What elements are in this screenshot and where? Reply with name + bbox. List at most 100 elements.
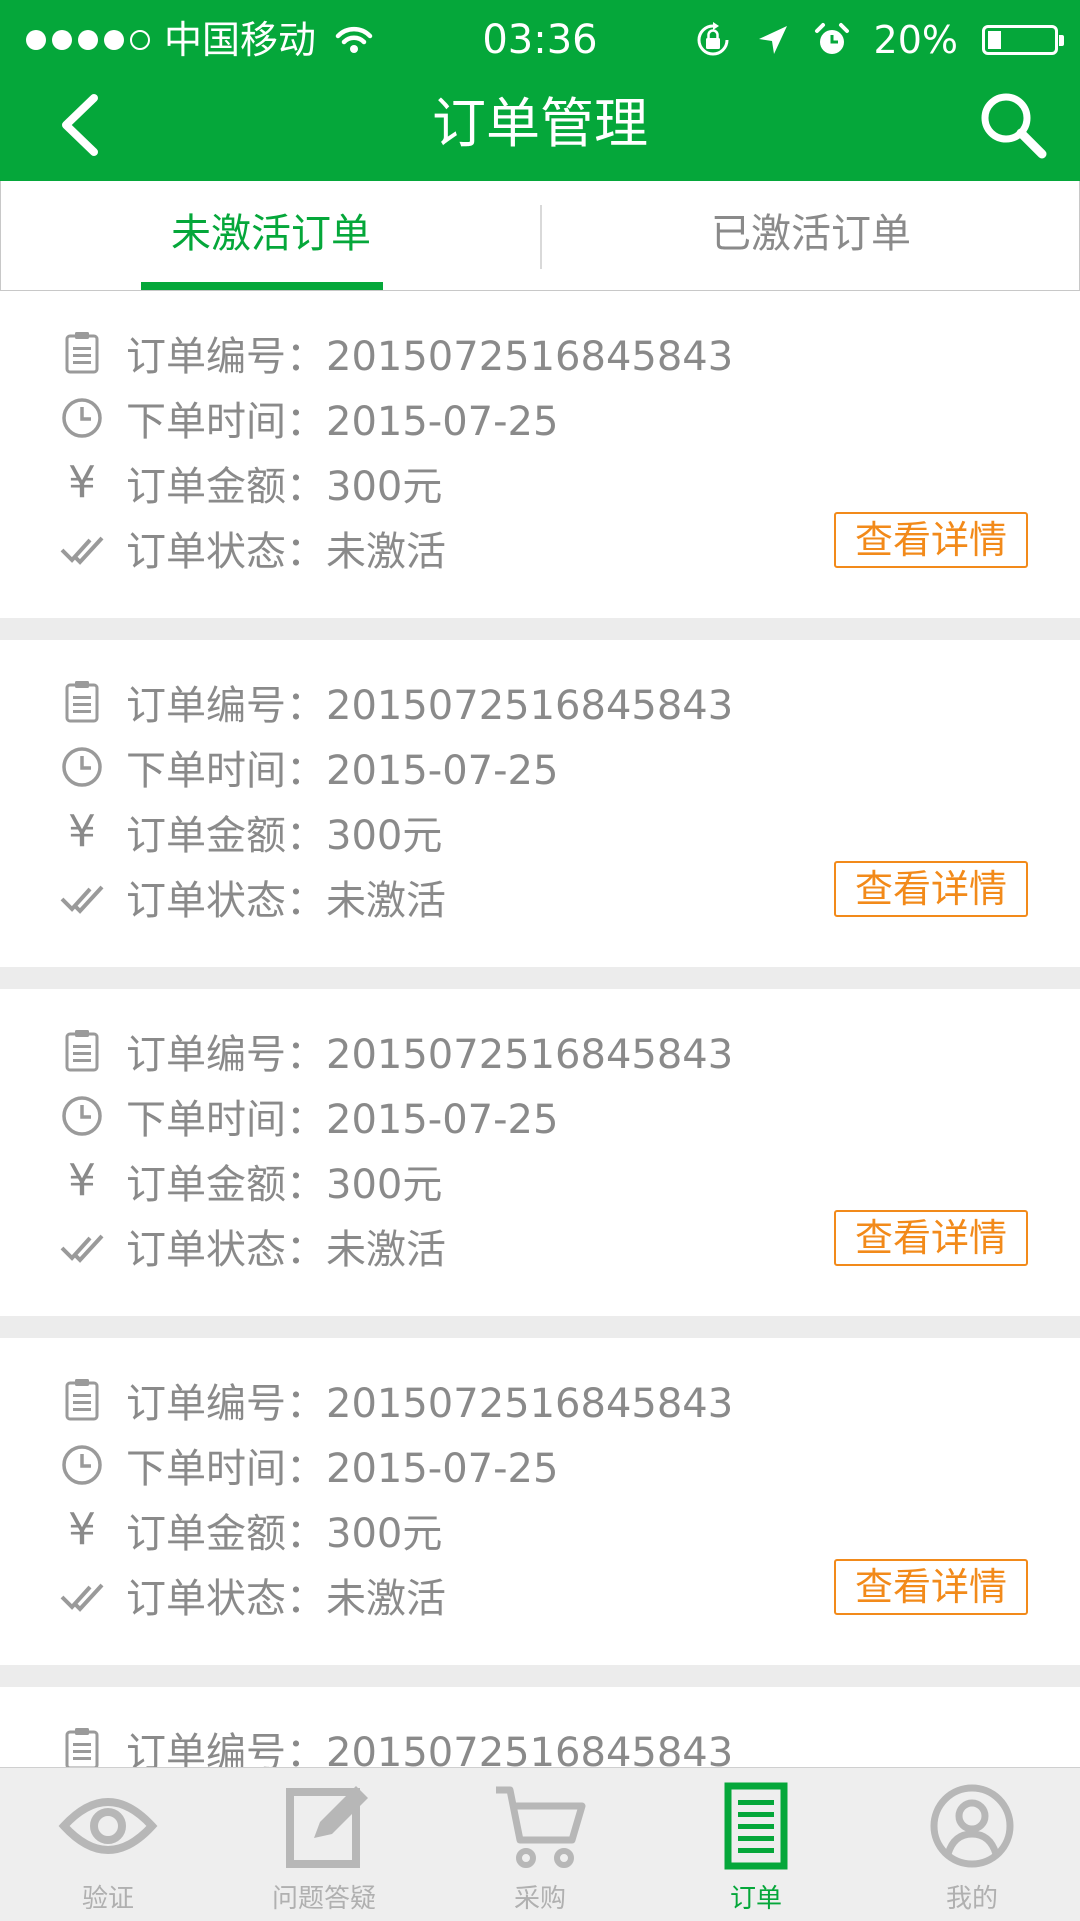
- double-check-icon: [60, 875, 104, 919]
- double-check-icon: [60, 536, 104, 565]
- battery-level: [988, 31, 1001, 49]
- double-check-icon: [60, 1234, 104, 1263]
- order-number: 订单编号：2015072516845843: [126, 1730, 734, 1767]
- order-card: 订单编号：2015072516845843下单时间：2015-07-25¥订单金…: [0, 1687, 1080, 1767]
- tab-inactive-orders[interactable]: 未激活订单: [1, 181, 541, 290]
- clipboard-icon: [65, 332, 99, 374]
- clock-icon: [62, 747, 102, 787]
- order-status: 订单状态：未激活: [126, 1576, 446, 1622]
- order-amount-row: ¥ 订单金额：300元: [60, 1149, 442, 1213]
- view-details-button[interactable]: 查看详情: [834, 1210, 1028, 1266]
- eye-icon: [58, 1798, 158, 1854]
- app-header: 中国移动 03:36 20% 订单管理: [0, 0, 1080, 181]
- clock-icon: [62, 1096, 102, 1136]
- order-amount: 订单金额：300元: [126, 813, 443, 859]
- yen-symbol: ¥: [68, 1155, 96, 1206]
- search-icon[interactable]: [976, 88, 1050, 162]
- double-check-icon: [60, 1583, 104, 1612]
- order-status-row: 订单状态：未激活: [60, 516, 446, 580]
- clipboard-icon: [65, 1379, 99, 1421]
- order-card: 订单编号：2015072516845843 下单时间：2015-07-25 ¥ 订单金…: [0, 1338, 1080, 1665]
- clipboard-icon: [65, 1728, 99, 1767]
- status-indicators: 20%: [694, 0, 1064, 80]
- location-arrow-icon: [758, 26, 787, 54]
- clipboard-icon: [60, 1029, 104, 1073]
- tabbar-label: 问题答疑: [271, 1884, 376, 1914]
- order-time-row: 下单时间：2015-07-25: [60, 1084, 558, 1148]
- clipboard-icon: [60, 1378, 104, 1422]
- order-time: 下单时间：2015-07-25: [126, 1097, 559, 1143]
- order-number: 订单编号：2015072516845843: [126, 1032, 734, 1078]
- user-icon: [930, 1784, 1014, 1868]
- page-title: 订单管理: [432, 92, 648, 155]
- tabbar-label: 验证: [81, 1884, 134, 1914]
- clock-icon: [60, 1443, 104, 1487]
- clipboard-icon: [60, 680, 104, 724]
- yen-icon: ¥: [60, 810, 104, 854]
- tabbar-label: 我的: [945, 1884, 998, 1914]
- double-check-icon: [60, 1224, 104, 1268]
- yen-icon: ¥: [60, 1159, 104, 1203]
- order-time-row: 下单时间：2015-07-25: [60, 1433, 558, 1497]
- double-check-icon: [60, 526, 104, 570]
- double-check-icon: [60, 885, 104, 914]
- yen-icon: ¥: [60, 1508, 104, 1552]
- tabbar-item-purchase[interactable]: 采购: [432, 1768, 648, 1921]
- clock-icon: [60, 1094, 104, 1138]
- order-number: 订单编号：2015072516845843: [126, 1381, 734, 1427]
- view-details-button[interactable]: 查看详情: [834, 512, 1028, 568]
- order-number: 订单编号：2015072516845843: [126, 334, 734, 380]
- rotation-lock-icon: [697, 22, 729, 56]
- order-number-row: 订单编号：2015072516845843: [60, 321, 733, 385]
- order-time: 下单时间：2015-07-25: [126, 1446, 559, 1492]
- order-amount: 订单金额：300元: [126, 464, 443, 510]
- tabbar-item-orders[interactable]: 订单: [648, 1768, 864, 1921]
- tabbar-item-mine[interactable]: 我的: [864, 1768, 1080, 1921]
- clock-icon: [60, 396, 104, 440]
- clock-icon: [62, 398, 102, 438]
- tabbar-label: 采购: [513, 1884, 566, 1914]
- order-number: 订单编号：2015072516845843: [126, 683, 734, 729]
- active-tab-indicator: [141, 282, 383, 290]
- order-status-row: 订单状态：未激活: [60, 1214, 446, 1278]
- yen-symbol: ¥: [68, 806, 96, 857]
- order-tabs: 未激活订单 已激活订单: [0, 181, 1080, 291]
- battery-percent: 20%: [873, 18, 958, 62]
- battery-icon: [982, 25, 1064, 55]
- cart-icon: [496, 1786, 586, 1868]
- order-amount-row: ¥ 订单金额：300元: [60, 800, 442, 864]
- order-amount: 订单金额：300元: [126, 1162, 443, 1208]
- document-icon: [724, 1782, 788, 1870]
- order-time-row: 下单时间：2015-07-25: [60, 735, 558, 799]
- order-status: 订单状态：未激活: [126, 878, 446, 924]
- order-status-row: 订单状态：未激活: [60, 1563, 446, 1627]
- order-card: 订单编号：2015072516845843 下单时间：2015-07-25 ¥ 订单金…: [0, 291, 1080, 618]
- nav-bar: 订单管理: [0, 80, 1080, 181]
- yen-icon: ¥: [60, 461, 104, 505]
- yen-symbol: ¥: [68, 457, 96, 508]
- order-card: 订单编号：2015072516845843 下单时间：2015-07-25 ¥ 订单金…: [0, 989, 1080, 1316]
- order-number-row: 订单编号：2015072516845843: [60, 1019, 733, 1083]
- clipboard-icon: [65, 681, 99, 723]
- order-number-row: 订单编号：2015072516845843: [60, 1368, 733, 1432]
- order-amount: 订单金额：300元: [126, 1511, 443, 1557]
- clipboard-icon: [65, 1030, 99, 1072]
- tab-activated-orders[interactable]: 已激活订单: [541, 181, 1080, 290]
- tabbar-item-verify[interactable]: 验证: [0, 1768, 216, 1921]
- alarm-icon: [814, 23, 849, 54]
- clipboard-icon: [60, 1727, 104, 1767]
- clipboard-icon: [60, 331, 104, 375]
- order-number-row: 订单编号：2015072516845843: [60, 670, 733, 734]
- order-amount-row: ¥ 订单金额：300元: [60, 451, 442, 515]
- order-time: 下单时间：2015-07-25: [126, 399, 559, 445]
- order-list[interactable]: 订单编号：2015072516845843 下单时间：2015-07-25 ¥ 订单金…: [0, 291, 1080, 1767]
- order-status-row: 订单状态：未激活: [60, 865, 446, 929]
- view-details-button[interactable]: 查看详情: [834, 1559, 1028, 1615]
- tabbar-item-qa[interactable]: 问题答疑: [216, 1768, 432, 1921]
- view-details-button[interactable]: 查看详情: [834, 861, 1028, 917]
- bottom-tab-bar: 验证 问题答疑 采购 订单 我的: [0, 1767, 1080, 1921]
- order-time-row: 下单时间：2015-07-25: [60, 386, 558, 450]
- order-card: 订单编号：2015072516845843 下单时间：2015-07-25 ¥ 订单金…: [0, 640, 1080, 967]
- edit-icon: [286, 1786, 368, 1868]
- clock-icon: [60, 745, 104, 789]
